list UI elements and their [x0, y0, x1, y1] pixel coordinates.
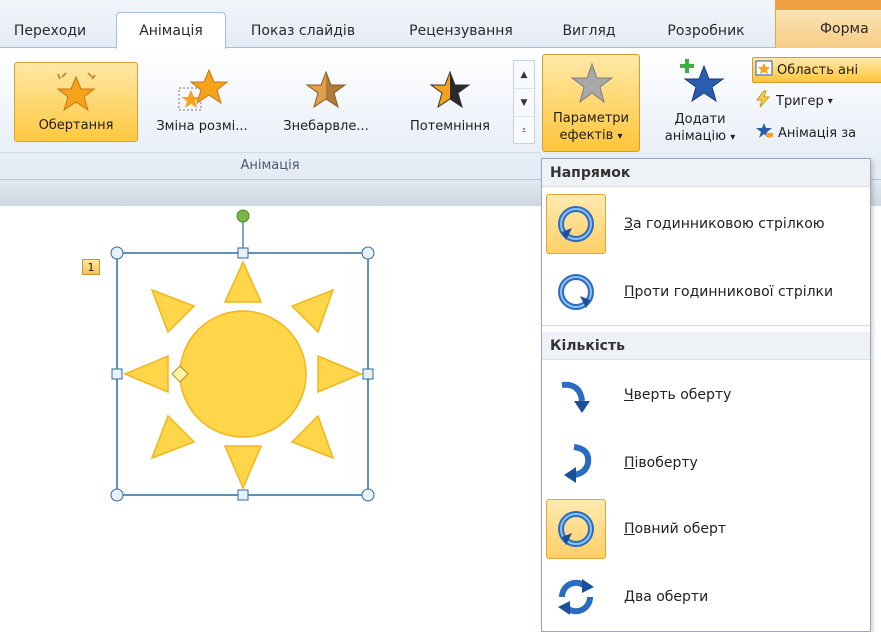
- menu-item-label: ва оберти: [634, 589, 709, 605]
- menu-item-two-spins[interactable]: Два оберти: [546, 565, 866, 629]
- menu-item-label: овний оберт: [634, 521, 727, 537]
- menu-separator: [542, 325, 870, 326]
- menu-item-clockwise[interactable]: За годинниковою стрілкою: [546, 192, 866, 256]
- ribbon-tab-row: Переходи Анімація Показ слайдів Рецензув…: [0, 0, 881, 49]
- animation-pane-label: Область ані: [777, 62, 859, 78]
- hotkey-letter: Д: [624, 589, 635, 605]
- effect-options-button[interactable]: Параметри ефектів ▾: [542, 54, 640, 152]
- gallery-item-darken[interactable]: Потемніння: [390, 62, 510, 142]
- menu-item-label: роти годинникової стрілки: [634, 284, 834, 300]
- gallery-more-button[interactable]: ⩡: [514, 117, 534, 145]
- gallery-item-spin[interactable]: Обертання: [14, 62, 138, 142]
- menu-item-label: верть оберту: [633, 387, 732, 403]
- full-spin-icon: [546, 499, 606, 559]
- quarter-spin-icon: [546, 365, 606, 425]
- gallery-scroll-up-button[interactable]: ▲: [514, 61, 534, 89]
- section-header-direction: Напрямок: [542, 159, 870, 187]
- hotkey-letter: П: [624, 284, 635, 300]
- desaturate-star-icon: [302, 66, 350, 120]
- gallery-item-label: Зміна розмі...: [156, 119, 248, 134]
- animation-order-tag[interactable]: 1: [82, 259, 100, 275]
- menu-item-counterclockwise[interactable]: Проти годинникової стрілки: [546, 260, 866, 324]
- tab-animation[interactable]: Анімація: [116, 12, 226, 49]
- hotkey-letter: З: [624, 216, 633, 232]
- menu-item-quarter-spin[interactable]: Чверть оберту: [546, 363, 866, 427]
- menu-item-label: івоберту: [634, 455, 698, 471]
- effect-options-label-1: Параметри: [552, 111, 630, 126]
- trigger-label: Тригер: [776, 93, 824, 109]
- sun-core: [179, 310, 307, 438]
- two-spins-icon: [546, 567, 606, 627]
- tab-slide-show[interactable]: Показ слайдів: [238, 14, 368, 48]
- chevron-down-icon: ▾: [827, 95, 833, 107]
- star-effects-icon: [569, 61, 615, 112]
- gallery-item-label: Потемніння: [409, 119, 491, 134]
- tab-format[interactable]: Форма: [775, 10, 881, 48]
- add-animation-button[interactable]: Додати анімацію ▾: [652, 54, 748, 152]
- menu-item-label: а годинниковою стрілкою: [632, 216, 825, 232]
- section-header-amount: Кількість: [542, 332, 870, 360]
- animation-pane-icon: [755, 59, 773, 81]
- rotate-handle[interactable]: [236, 209, 250, 223]
- gallery-scroll: ▲ ▼ ⩡: [513, 60, 535, 144]
- tab-transitions[interactable]: Переходи: [4, 14, 96, 48]
- add-animation-icon: [676, 58, 726, 111]
- gallery-scroll-down-button[interactable]: ▼: [514, 89, 534, 117]
- tab-view[interactable]: Вигляд: [548, 14, 630, 48]
- chevron-down-icon: ▾: [730, 132, 736, 143]
- counterclockwise-icon: [546, 262, 606, 322]
- menu-item-half-spin[interactable]: Півоберту: [546, 431, 866, 495]
- tab-developer[interactable]: Розробник: [650, 14, 762, 48]
- grow-star-icon: [175, 66, 229, 120]
- darken-star-icon: [426, 66, 474, 120]
- add-animation-label-2: анімацію: [664, 129, 727, 144]
- group-separator: [0, 152, 540, 153]
- hotkey-letter: Ч: [624, 387, 634, 403]
- contextual-tab-strip: [775, 0, 881, 10]
- hotkey-letter: П: [624, 455, 635, 471]
- animation-painter-button[interactable]: Анімація за: [752, 120, 856, 146]
- effect-options-menu: Напрямок За годинниковою стрілкою Проти …: [541, 158, 871, 632]
- gallery-item-desaturate[interactable]: Знебарвле...: [266, 62, 386, 142]
- clockwise-icon: [546, 194, 606, 254]
- effect-options-label-2: ефектів: [559, 128, 614, 143]
- spin-star-icon: [52, 67, 100, 121]
- gallery-item-grow[interactable]: Зміна розмі...: [142, 62, 262, 142]
- gallery-item-label: Знебарвле...: [283, 119, 369, 134]
- half-spin-icon: [546, 433, 606, 493]
- animation-painter-label: Анімація за: [778, 125, 857, 141]
- animation-pane-button[interactable]: Область ані: [752, 57, 881, 83]
- chevron-down-icon: ▾: [617, 131, 623, 142]
- hotkey-letter: П: [624, 521, 635, 537]
- trigger-icon: [754, 90, 772, 112]
- sun-shape[interactable]: [100, 200, 390, 510]
- trigger-button[interactable]: Тригер ▾: [752, 88, 833, 114]
- add-animation-label-1: Додати: [674, 112, 726, 127]
- menu-item-full-spin[interactable]: Повний оберт: [546, 497, 866, 561]
- tab-review[interactable]: Рецензування: [394, 14, 528, 48]
- group-label-animation: Анімація: [240, 158, 300, 173]
- animation-painter-icon: [754, 122, 774, 144]
